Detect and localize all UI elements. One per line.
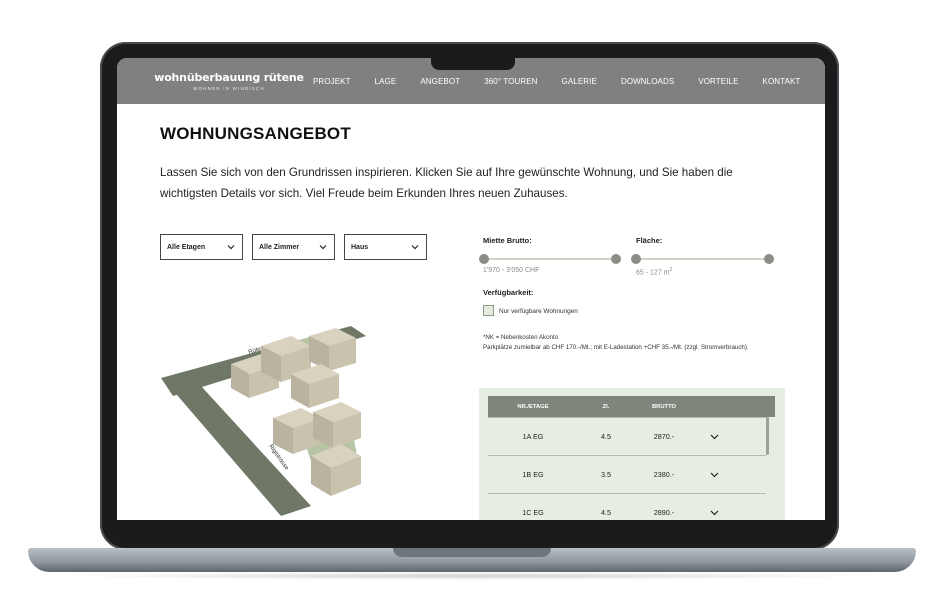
cell-nr: 1B EG — [522, 470, 544, 479]
flaeche-slider-track[interactable] — [638, 258, 770, 260]
miete-slider-value: 1'970 - 3'050 CHF — [483, 267, 540, 274]
chevron-down-icon — [410, 242, 420, 252]
flaeche-unit-superscript: 2 — [669, 267, 673, 273]
price-notes: *NK = Nebenkosten Akonto Parkplätze zumi… — [483, 333, 763, 352]
flaeche-slider-min-handle[interactable] — [631, 254, 641, 264]
site-logo[interactable]: wohnüberbauung rütene WOHNEN IN WINDISCH — [154, 71, 304, 91]
nav-item-galerie[interactable]: GALERIE — [562, 77, 597, 86]
availability-label: Verfügbarkeit: — [483, 288, 534, 297]
note-nk: *NK = Nebenkosten Akonto — [483, 334, 559, 341]
nav-item-vorteile[interactable]: VORTEILE — [698, 77, 738, 86]
available-only-checkbox[interactable] — [483, 305, 494, 316]
nav-item-kontakt[interactable]: KONTAKT — [763, 77, 801, 86]
etagen-select[interactable]: Alle Etagen — [160, 234, 243, 260]
cell-nr: 1C EG — [522, 508, 544, 517]
cell-brutto: 2870.- — [653, 432, 675, 441]
cell-brutto: 2380.- — [653, 470, 675, 479]
header-brutto[interactable]: BRUTTO — [634, 404, 694, 410]
main-menu: PROJEKT LAGE ANGEBOT 360° TOUREN GALERIE… — [313, 77, 824, 86]
header-zimmer[interactable]: ZI. — [578, 404, 634, 410]
laptop-hinge-notch — [393, 548, 551, 557]
table-row[interactable]: 1B EG 3.5 2380.- — [488, 455, 766, 493]
expand-chevron-icon[interactable] — [694, 510, 734, 516]
filter-bar: Alle Etagen Alle Zimmer Haus — [160, 234, 436, 260]
logo-subtitle: WOHNEN IN WINDISCH — [193, 86, 265, 91]
miete-slider-max-handle[interactable] — [611, 254, 621, 264]
flaeche-slider-max-handle[interactable] — [764, 254, 774, 264]
nav-item-angebot[interactable]: ANGEBOT — [420, 77, 460, 86]
flaeche-slider-value: 65 - 127 m2 — [636, 267, 672, 276]
site-plan-image[interactable]: Rütenenstrasse Rigistrasse — [161, 316, 391, 516]
table-row[interactable]: 1A EG 4.5 2870.- — [488, 417, 766, 455]
nav-item-lage[interactable]: LAGE — [375, 77, 397, 86]
table-scrollbar[interactable] — [766, 417, 769, 455]
flaeche-slider-label: Fläche: — [636, 236, 663, 245]
apartment-table: NR./ETAGE ZI. BRUTTO 1A EG 4.5 2870.- 1B… — [479, 388, 785, 520]
nav-item-projekt[interactable]: PROJEKT — [313, 77, 351, 86]
table-row[interactable]: 1C EG 4.5 2890.- — [488, 493, 766, 520]
note-parking: Parkplätze zumietbar ab CHF 170.-/Mt.; m… — [483, 343, 749, 351]
miete-slider-min-handle[interactable] — [479, 254, 489, 264]
cell-nr: 1A EG — [522, 432, 544, 441]
nav-item-downloads[interactable]: DOWNLOADS — [621, 77, 674, 86]
miete-slider-track[interactable] — [485, 258, 615, 260]
miete-slider-label: Miette Brutto: — [483, 236, 532, 245]
chevron-down-icon — [226, 242, 236, 252]
page-title: WOHNUNGSANGEBOT — [160, 124, 351, 143]
expand-chevron-icon[interactable] — [694, 434, 734, 440]
available-only-label[interactable]: Nur verfügbare Wohnungen — [499, 308, 578, 315]
laptop-shadow — [60, 572, 880, 580]
table-header: NR./ETAGE ZI. BRUTTO — [488, 396, 775, 417]
haus-select[interactable]: Haus — [344, 234, 427, 260]
cell-zimmer: 4.5 — [601, 508, 611, 517]
expand-chevron-icon[interactable] — [694, 472, 734, 478]
browser-screen: wohnüberbauung rütene WOHNEN IN WINDISCH… — [117, 58, 825, 520]
camera-notch — [431, 58, 515, 70]
cell-brutto: 2890.- — [653, 508, 675, 517]
etagen-select-value: Alle Etagen — [167, 243, 206, 251]
intro-text: Lassen Sie sich von den Grundrissen insp… — [160, 166, 733, 200]
logo-title: wohnüberbauung rütene — [154, 71, 304, 84]
cell-zimmer: 3.5 — [601, 470, 611, 479]
chevron-down-icon — [318, 242, 328, 252]
zimmer-select-value: Alle Zimmer — [259, 243, 300, 251]
nav-item-360-touren[interactable]: 360° TOUREN — [484, 77, 537, 86]
header-nr-etage[interactable]: NR./ETAGE — [488, 404, 578, 410]
cell-zimmer: 4.5 — [601, 432, 611, 441]
zimmer-select[interactable]: Alle Zimmer — [252, 234, 335, 260]
haus-select-value: Haus — [351, 243, 369, 251]
flaeche-value-text: 65 - 127 m — [636, 269, 670, 277]
